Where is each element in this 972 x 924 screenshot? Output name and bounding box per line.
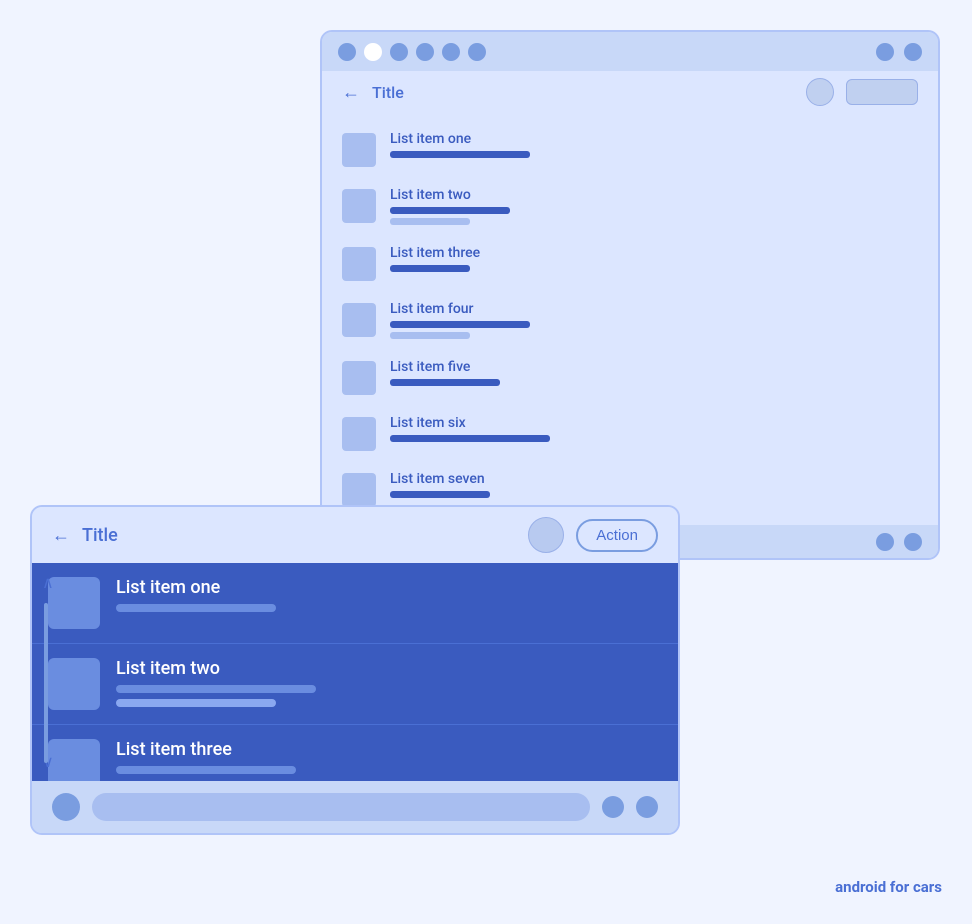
- front-list-content: List item one: [116, 577, 662, 612]
- bottom-dot-2: [904, 533, 922, 551]
- list-item-thumbnail: [342, 189, 376, 223]
- front-bar-secondary: [116, 699, 276, 707]
- front-list-title: List item one: [116, 577, 662, 598]
- list-item-thumbnail: [342, 473, 376, 507]
- list-item[interactable]: List item one: [322, 121, 938, 177]
- bottom-large-dot: [52, 793, 80, 821]
- list-item-content: List item two: [390, 187, 510, 225]
- list-item-title: List item five: [390, 359, 500, 375]
- back-app-bar: ← Title: [322, 71, 938, 113]
- front-list-title: List item three: [116, 739, 662, 760]
- back-window: ← Title List item one List item two: [320, 30, 940, 560]
- scroll-track: [44, 603, 48, 763]
- list-item-content: List item five: [390, 359, 500, 386]
- front-back-arrow-icon[interactable]: ←: [52, 525, 70, 546]
- list-item-title: List item seven: [390, 471, 490, 487]
- back-list-area: List item one List item two List item th…: [322, 113, 938, 525]
- list-item-bar-primary: [390, 151, 530, 158]
- list-item[interactable]: List item two: [322, 177, 938, 235]
- scroll-up-indicator[interactable]: ∧: [42, 573, 54, 592]
- list-item-bar-secondary: [390, 332, 470, 339]
- bottom-sm-dot-2: [636, 796, 658, 818]
- list-item-bar-primary: [390, 207, 510, 214]
- front-list-content: List item two: [116, 658, 662, 707]
- list-item-title: List item four: [390, 301, 530, 317]
- back-text-button[interactable]: [846, 79, 918, 105]
- front-list-item[interactable]: List item three: [32, 725, 678, 781]
- list-item-bar-primary: [390, 265, 470, 272]
- front-app-bar: ← Title Action: [32, 507, 678, 563]
- list-item-title: List item six: [390, 415, 550, 431]
- list-item-thumbnail: [342, 361, 376, 395]
- front-list-wrapper: ∧ ∨ List item one List item: [32, 563, 678, 781]
- front-list-item[interactable]: List item two: [32, 644, 678, 725]
- brand-name: android for cars: [835, 878, 942, 896]
- list-item[interactable]: List item six: [322, 405, 938, 461]
- front-icon-button[interactable]: [528, 517, 564, 553]
- list-item-content: List item one: [390, 131, 530, 158]
- bottom-sm-dot-1: [602, 796, 624, 818]
- list-item-thumbnail: [342, 417, 376, 451]
- list-item-thumbnail: [342, 247, 376, 281]
- front-list-item[interactable]: List item one: [32, 563, 678, 644]
- tb-dot-5: [442, 43, 460, 61]
- list-item[interactable]: List item three: [322, 235, 938, 291]
- list-item-content: List item three: [390, 245, 480, 272]
- tb-dot-right-2: [904, 43, 922, 61]
- action-button[interactable]: Action: [576, 519, 658, 552]
- list-item-content: List item seven: [390, 471, 490, 498]
- tb-dot-2: [364, 43, 382, 61]
- tb-dot-right-1: [876, 43, 894, 61]
- list-item-bar-secondary: [390, 218, 470, 225]
- front-list-thumbnail: [48, 577, 100, 629]
- tb-dot-1: [338, 43, 356, 61]
- chevron-up-icon: ∧: [42, 573, 54, 592]
- back-title: Title: [372, 83, 404, 102]
- front-list-thumbnail: [48, 658, 100, 710]
- bottom-dot-1: [876, 533, 894, 551]
- list-item-title: List item two: [390, 187, 510, 203]
- front-bar-primary: [116, 766, 296, 774]
- tb-dot-4: [416, 43, 434, 61]
- front-list-title: List item two: [116, 658, 662, 679]
- front-window: ← Title Action ∧ ∨ List item one: [30, 505, 680, 835]
- tb-dot-3: [390, 43, 408, 61]
- brand-label: android for cars: [835, 878, 942, 896]
- front-list-area: List item one List item two List: [32, 563, 678, 781]
- list-item[interactable]: List item five: [322, 349, 938, 405]
- front-list-content: List item three: [116, 739, 662, 774]
- list-item-title: List item three: [390, 245, 480, 261]
- front-title: Title: [82, 525, 118, 546]
- list-item-title: List item one: [390, 131, 530, 147]
- list-item[interactable]: List item four: [322, 291, 938, 349]
- front-bar-primary: [116, 685, 316, 693]
- tb-dot-6: [468, 43, 486, 61]
- list-item-bar-primary: [390, 379, 500, 386]
- list-item-bar-primary: [390, 435, 550, 442]
- front-bar-primary: [116, 604, 276, 612]
- back-title-bar: [322, 32, 938, 71]
- front-list-thumbnail: [48, 739, 100, 781]
- list-item-bar-primary: [390, 321, 530, 328]
- list-item-content: List item four: [390, 301, 530, 339]
- list-item-thumbnail: [342, 303, 376, 337]
- list-item-content: List item six: [390, 415, 550, 442]
- back-arrow-icon[interactable]: ←: [342, 82, 360, 103]
- front-bottom-bar: [32, 781, 678, 833]
- list-item-thumbnail: [342, 133, 376, 167]
- list-item-bar-primary: [390, 491, 490, 498]
- bottom-pill: [92, 793, 590, 821]
- back-icon-button[interactable]: [806, 78, 834, 106]
